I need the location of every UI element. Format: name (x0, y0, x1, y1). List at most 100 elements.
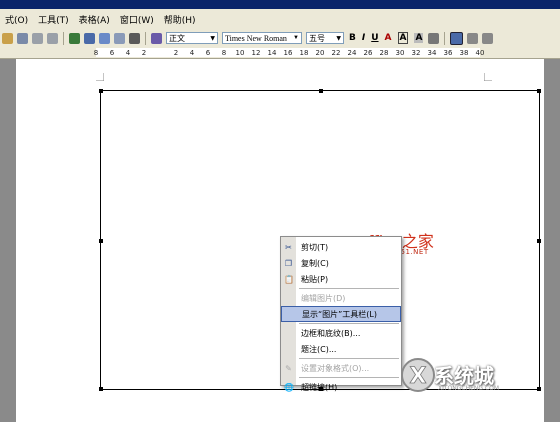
hyperlink-icon: 🌐 (284, 382, 294, 392)
formatting-toolbar: 正文 ▼ Times New Roman ▼ 五号 ▼ B I U A A A (0, 29, 560, 48)
insert-table-icon[interactable] (99, 32, 110, 44)
ruler-tick: 16 (283, 49, 293, 57)
open-icon[interactable] (2, 32, 13, 44)
ruler-tick: 22 (331, 49, 341, 57)
ruler-tick: 4 (189, 49, 195, 57)
char-shading-button[interactable]: A (414, 33, 424, 43)
ruler-tick: 18 (299, 49, 309, 57)
format-object-icon: ✎ (285, 363, 292, 373)
font-color-button[interactable]: A (385, 33, 392, 43)
insert-hyperlink-icon[interactable] (69, 32, 80, 44)
align-justify-icon[interactable] (450, 31, 464, 45)
ruler-tick: 2 (173, 49, 179, 57)
format-painter-icon[interactable] (17, 32, 28, 44)
ruler-tick: 26 (363, 49, 373, 57)
resize-handle[interactable] (537, 89, 541, 93)
context-menu-separator (299, 323, 399, 324)
font-combo-value: Times New Roman (225, 33, 287, 43)
margin-corner-mark (96, 73, 104, 81)
context-menu-item[interactable]: 边框和底纹(B)... (281, 325, 401, 341)
columns-icon[interactable] (129, 32, 140, 44)
context-menu: ✂ 剪切(T) ❐ 复制(C) 📋 粘贴(P) 编辑图片(D) 显示“图片”工具栏(L) 边框和… (280, 236, 402, 392)
context-menu-item[interactable]: 📋 粘贴(P) (281, 271, 401, 287)
ruler-tick: 38 (459, 49, 469, 57)
size-combo[interactable]: 五号 ▼ (306, 32, 344, 44)
ruler-tick: 8 (93, 49, 99, 57)
ruler-tick: 28 (379, 49, 389, 57)
menu-bar: 式(O) 工具(T) 表格(A) 窗口(W) 帮助(H) (0, 9, 560, 30)
menu-tools[interactable]: 工具(T) (33, 13, 74, 26)
context-menu-separator (299, 377, 399, 378)
menu-window[interactable]: 窗口(W) (115, 13, 159, 26)
ruler-tick: 8 (221, 49, 227, 57)
ruler-tick: 6 (109, 49, 115, 57)
menu-help[interactable]: 帮助(H) (159, 13, 201, 26)
insert-excel-icon[interactable] (114, 32, 125, 44)
horizontal-ruler[interactable]: 8 6 4 2 2 4 6 8 10 12 14 16 18 20 22 24 26 28 30 32 34 36 38 40 (0, 47, 560, 59)
ruler-tick: 12 (251, 49, 261, 57)
redo-icon[interactable] (47, 32, 58, 44)
context-menu-item-label: 粘贴(P) (301, 274, 329, 284)
tables-borders-icon[interactable] (84, 32, 95, 44)
context-menu-item-label: 显示“图片”工具栏(L) (302, 309, 377, 319)
resize-handle[interactable] (99, 89, 103, 93)
ruler-tick: 32 (411, 49, 421, 57)
context-menu-item-label: 设置对象格式(O)... (301, 363, 370, 373)
margin-corner-mark (484, 73, 492, 81)
watermark-logo-sub: XITONGCHENG.COM (438, 385, 500, 392)
svg-text:X: X (410, 364, 427, 389)
ruler-tick: 4 (125, 49, 131, 57)
chevron-down-icon[interactable]: ▼ (293, 35, 299, 41)
style-combo-value: 正文 (169, 33, 185, 43)
ruler-tick: 14 (267, 49, 277, 57)
context-menu-item-label: 编辑图片(D) (301, 293, 346, 303)
undo-icon[interactable] (32, 32, 43, 44)
menu-format[interactable]: 式(O) (0, 13, 33, 26)
chevron-down-icon[interactable]: ▼ (336, 35, 341, 42)
title-bar (0, 0, 560, 9)
copy-icon: ❐ (284, 258, 293, 268)
underline-button[interactable]: U (371, 33, 378, 43)
ruler-tick: 40 (475, 49, 485, 57)
align-right-icon[interactable] (482, 32, 494, 44)
resize-handle[interactable] (537, 239, 541, 243)
context-menu-item-label: 剪切(T) (301, 242, 329, 252)
context-menu-item[interactable]: 题注(C)... (281, 341, 401, 357)
ruler-tick: 30 (395, 49, 405, 57)
chevron-down-icon[interactable]: ▼ (210, 35, 215, 42)
ruler-scale: 8 6 4 2 2 4 6 8 10 12 14 16 18 20 22 24 26 28 30 32 34 36 38 40 (93, 48, 484, 57)
align-center-icon[interactable] (467, 32, 479, 44)
toolbar-separator (63, 31, 64, 45)
context-menu-item-label: 复制(C) (301, 258, 329, 268)
resize-handle[interactable] (99, 387, 103, 391)
toolbar-separator (444, 31, 446, 45)
style-combo[interactable]: 正文 ▼ (166, 32, 218, 44)
ruler-tick: 20 (315, 49, 325, 57)
ruler-tick: 10 (235, 49, 245, 57)
menu-table[interactable]: 表格(A) (74, 13, 115, 26)
context-menu-item: 编辑图片(D) (281, 290, 401, 306)
font-combo[interactable]: Times New Roman ▼ (222, 32, 302, 44)
context-menu-item-label: 边框和底纹(B)... (301, 328, 361, 338)
resize-handle[interactable] (99, 239, 103, 243)
context-menu-item[interactable]: ❐ 复制(C) (281, 255, 401, 271)
context-menu-separator (299, 358, 399, 359)
resize-handle[interactable] (319, 89, 323, 93)
context-menu-item[interactable]: 🌐 超链接(H)... (281, 379, 401, 395)
context-menu-item: ✎ 设置对象格式(O)... (281, 360, 401, 376)
italic-button[interactable]: I (362, 33, 365, 43)
char-border-button[interactable]: A (397, 32, 409, 44)
char-scale-icon[interactable] (428, 32, 440, 44)
ruler-tick: 36 (443, 49, 453, 57)
context-menu-separator (299, 288, 399, 289)
context-menu-item-label: 超链接(H)... (301, 382, 345, 392)
context-menu-item-label: 题注(C)... (301, 344, 337, 354)
ruler-tick: 2 (141, 49, 147, 57)
ruler-tick: 34 (427, 49, 437, 57)
toolbar-separator (145, 31, 146, 45)
context-menu-item[interactable]: ✂ 剪切(T) (281, 239, 401, 255)
paste-icon: 📋 (284, 274, 294, 284)
context-menu-item[interactable]: 显示“图片”工具栏(L) (281, 306, 401, 322)
bold-button[interactable]: B (349, 33, 356, 43)
styles-icon[interactable] (151, 32, 162, 44)
